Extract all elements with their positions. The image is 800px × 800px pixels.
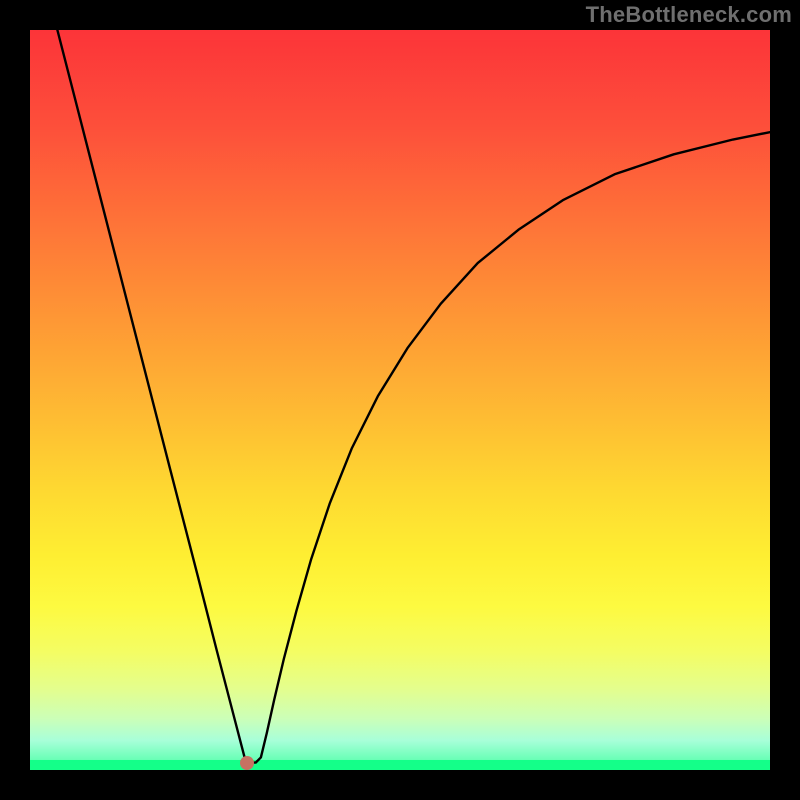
plot-area — [30, 30, 770, 770]
optimum-marker — [240, 756, 254, 770]
watermark-text: TheBottleneck.com — [586, 2, 792, 28]
bottleneck-curve — [30, 30, 770, 770]
chart-frame: TheBottleneck.com — [0, 0, 800, 800]
